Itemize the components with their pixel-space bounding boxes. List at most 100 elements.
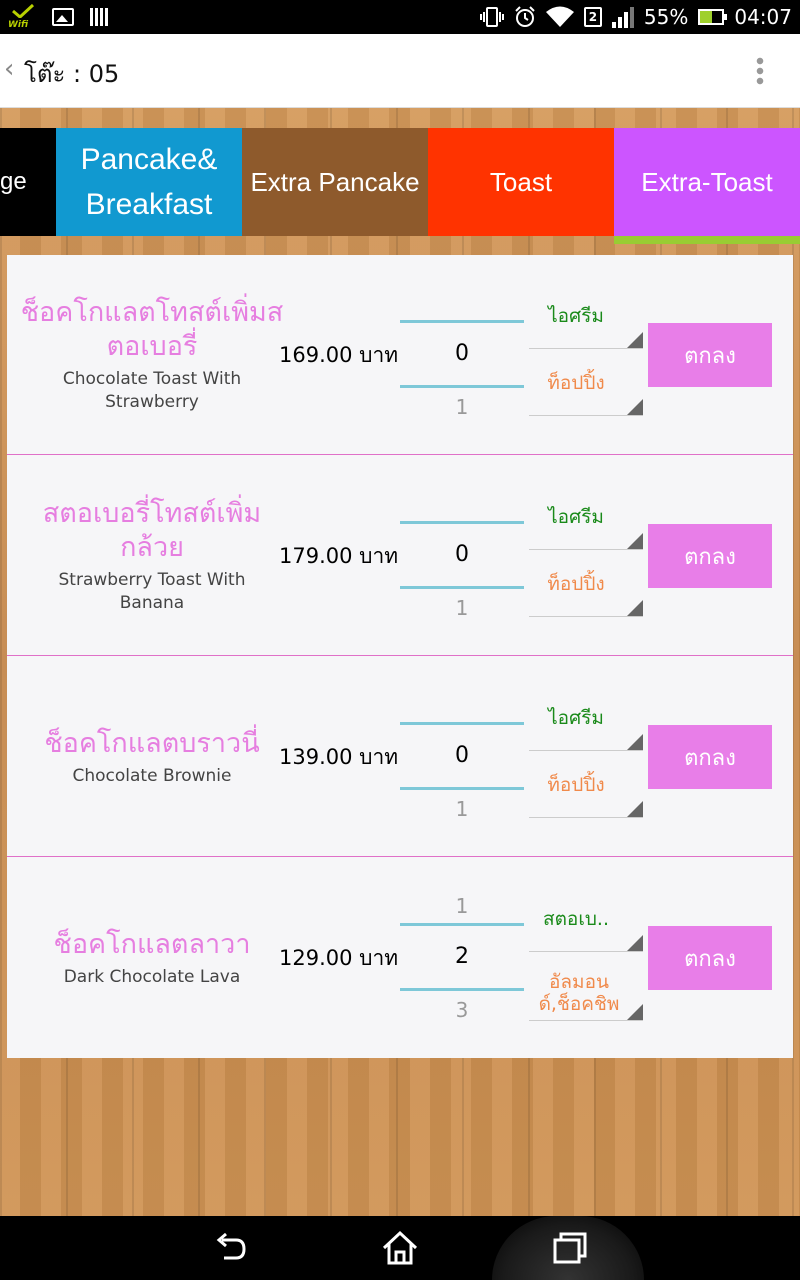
ice-cream-dropdown[interactable]: ไอศรีม [529,703,643,751]
tab-label-line2: Breakfast [85,188,213,221]
quantity-picker[interactable]: 0 1 [400,657,524,857]
wifi-icon [545,6,574,27]
picker-divider-top [400,722,524,725]
home-icon[interactable] [380,1228,420,1268]
menu-item-name: ช็อคโกแลตโทสต์เพิ่มสตอเบอรี่ Chocolate T… [7,255,297,455]
menu-item-name-english: Chocolate Brownie [72,765,232,786]
menu-item-row: สตอเบอรี่โทสต์เพิ่มกล้วย Strawberry Toas… [7,456,793,656]
menu-item-name: สตอเบอรี่โทสต์เพิ่มกล้วย Strawberry Toas… [7,456,297,656]
clock: 04:07 [734,5,792,29]
dropdown-value: ไอศรีม [548,305,604,327]
menu-item-price: 179.00 บาท [279,543,399,568]
menu-item-name: ช็อคโกแลตบราวนี่ Chocolate Brownie [7,657,297,857]
dropdown-value: สตอเบ.. [543,908,609,930]
ice-cream-dropdown[interactable]: ไอศรีม [529,502,643,550]
back-icon[interactable] [210,1228,250,1268]
dropdown-value: ท็อปปิ้ง [547,774,605,796]
tab-label: Pancake& Breakfast [81,137,218,227]
dropdown-arrow-icon [627,399,643,415]
menu-item-name-thai: ช็อคโกแลตโทสต์เพิ่มสตอเบอรี่ [20,297,284,362]
topping-dropdown[interactable]: อัลมอนด์,ช็อคชิพ [529,971,643,1021]
quantity-current: 0 [455,542,469,567]
dropdown-arrow-icon [627,935,643,951]
navigation-bar [0,1216,800,1280]
picker-divider-bottom [400,988,524,991]
menu-item-row: ช็อคโกแลตโทสต์เพิ่มสตอเบอรี่ Chocolate T… [7,255,793,455]
quantity-current: 2 [455,944,469,969]
picker-divider-top [400,320,524,323]
signal-icon [611,7,634,28]
menu-item-price: 169.00 บาท [279,342,399,367]
quantity-previous: 1 [455,894,469,918]
dropdown-arrow-icon [627,332,643,348]
quantity-picker[interactable]: 0 1 [400,456,524,656]
confirm-button[interactable]: ตกลง [648,926,772,990]
action-bar: ‹ โต๊ะ : 05 [0,34,800,108]
tab-label: Extra Pancake [250,166,420,197]
tab-extra-pancake[interactable]: Extra Pancake [242,128,428,236]
dropdown-value: ท็อปปิ้ง [547,573,605,595]
chevron-left-icon[interactable]: ‹ [4,54,14,84]
dropdown-value: ไอศรีม [548,506,604,528]
topping-dropdown[interactable]: ท็อปปิ้ง [529,368,643,416]
tab-toast[interactable]: Toast [428,128,614,236]
barcode-icon [90,8,108,26]
status-bar: Wifi 2 55% 04:07 [0,0,800,34]
ice-cream-dropdown[interactable]: สตอเบ.. [529,904,643,952]
dropdown-arrow-icon [627,533,643,549]
alarm-icon [515,6,535,27]
status-bar-system: 2 55% 04:07 [479,4,792,30]
tab-extra-toast[interactable]: Extra-Toast [614,128,800,236]
category-tabs: ge Pancake& Breakfast Extra Pancake Toas… [0,128,800,236]
page-title: โต๊ะ : 05 [24,60,120,88]
menu-item-name-thai: ช็อคโกแลตลาวา [53,928,251,960]
dropdown-arrow-icon [627,801,643,817]
tab-label: Extra-Toast [641,166,773,197]
tab-beverage[interactable]: ge [0,128,56,236]
confirm-button[interactable]: ตกลง [648,725,772,789]
ice-cream-dropdown[interactable]: ไอศรีม [529,301,643,349]
wifi-check-icon: Wifi [8,4,36,30]
tab-label: Toast [489,166,553,197]
dropdown-value: ไอศรีม [548,707,604,729]
vibrate-icon [479,7,504,27]
image-icon [52,8,74,26]
menu-item-name-thai: ช็อคโกแลตบราวนี่ [44,727,260,759]
menu-list: ช็อคโกแลตโทสต์เพิ่มสตอเบอรี่ Chocolate T… [7,255,793,1058]
menu-item-price: 129.00 บาท [279,945,399,970]
topping-dropdown[interactable]: ท็อปปิ้ง [529,770,643,818]
dropdown-arrow-icon [627,1004,643,1020]
tab-label-line1: Pancake& [80,143,218,176]
quantity-next: 1 [455,596,469,620]
quantity-current: 0 [455,341,469,366]
dropdown-value: อัลมอนด์,ช็อคชิพ [538,971,620,1015]
battery-percent: 55% [643,5,689,29]
menu-item-name-english: Dark Chocolate Lava [63,966,241,987]
picker-divider-top [400,923,524,926]
menu-item-name-thai: สตอเบอรี่โทสต์เพิ่มกล้วย [42,498,262,563]
dropdown-arrow-icon [627,600,643,616]
confirm-button[interactable]: ตกลง [648,524,772,588]
confirm-button[interactable]: ตกลง [648,323,772,387]
dropdown-arrow-icon [627,734,643,750]
sim-icon: 2 [583,7,602,27]
dropdown-value: ท็อปปิ้ง [547,372,605,394]
tab-pancake-breakfast[interactable]: Pancake& Breakfast [56,128,242,236]
quantity-next: 3 [455,998,469,1022]
status-bar-notifications: Wifi [8,4,108,30]
picker-divider-bottom [400,385,524,388]
selected-tab-indicator [614,236,800,244]
quantity-next: 1 [455,395,469,419]
quantity-next: 1 [455,797,469,821]
quantity-picker[interactable]: 0 1 [400,255,524,455]
topping-dropdown[interactable]: ท็อปปิ้ง [529,569,643,617]
quantity-current: 0 [455,743,469,768]
menu-item-row: ช็อคโกแลตลาวา Dark Chocolate Lava 129.00… [7,858,793,1058]
picker-divider-bottom [400,586,524,589]
quantity-picker[interactable]: 1 2 3 [400,858,524,1058]
picker-divider-top [400,521,524,524]
tab-label: ge [0,168,27,195]
overflow-menu-icon[interactable] [756,56,764,86]
menu-item-row: ช็อคโกแลตบราวนี่ Chocolate Brownie 139.0… [7,657,793,857]
recent-apps-icon[interactable] [550,1228,590,1268]
